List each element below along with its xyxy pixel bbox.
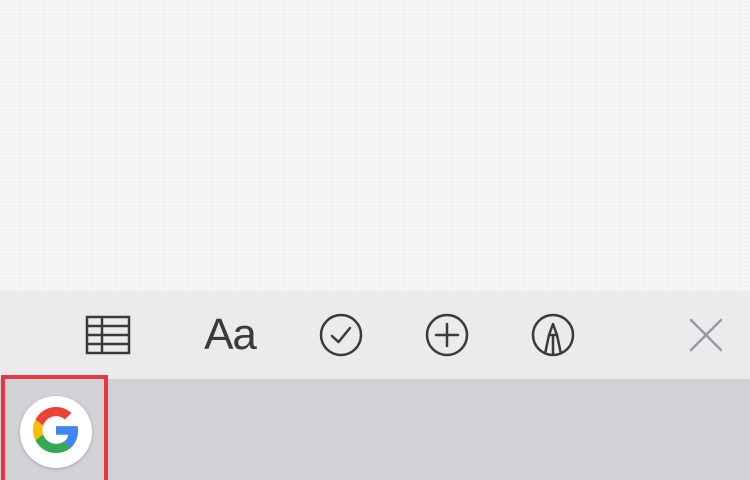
note-body[interactable]	[0, 0, 750, 291]
pen-circle-icon	[530, 312, 576, 358]
table-icon	[85, 315, 131, 355]
close-icon	[686, 315, 726, 355]
keyboard-suggestion-bar	[0, 379, 750, 480]
formatting-toolbar: Aa	[0, 291, 750, 379]
text-format-label: Aa	[204, 310, 257, 359]
checkmark-circle-icon	[318, 312, 364, 358]
markup-button[interactable]	[528, 310, 578, 360]
notes-editor-screen: Aa	[0, 0, 750, 480]
table-button[interactable]	[83, 310, 133, 360]
checklist-button[interactable]	[316, 310, 366, 360]
plus-circle-icon	[424, 312, 470, 358]
close-button[interactable]	[681, 310, 731, 360]
add-button[interactable]	[422, 310, 472, 360]
highlight-box	[1, 375, 108, 480]
text-format-button[interactable]: Aa	[199, 310, 261, 360]
